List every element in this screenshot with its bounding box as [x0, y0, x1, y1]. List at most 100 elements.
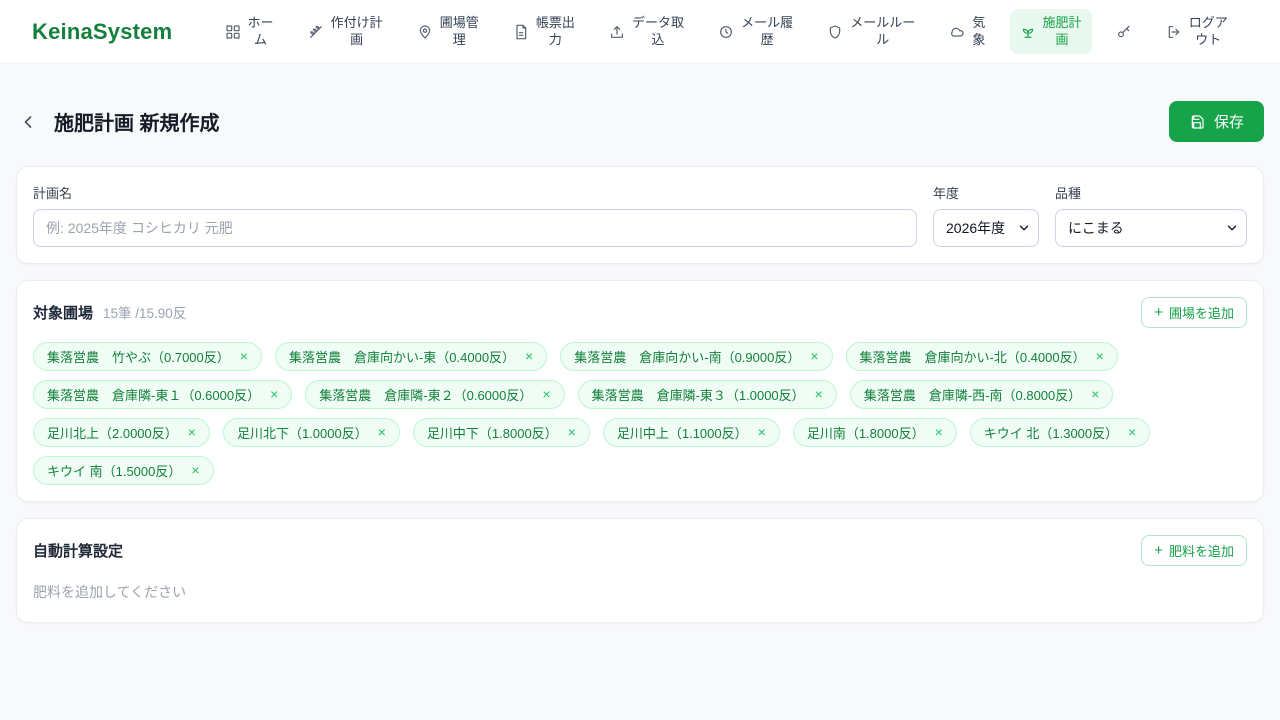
nav-item-label: 帳票出 力	[535, 15, 575, 47]
field-tag[interactable]: 集落営農 倉庫向かい-北（0.4000反） ×	[845, 341, 1118, 371]
remove-tag-icon[interactable]: ×	[810, 349, 818, 363]
field-tag[interactable]: 集落営農 倉庫向かい-南（0.9000反） ×	[560, 341, 833, 371]
field-tag[interactable]: 足川北下（1.0000反） ×	[222, 417, 400, 447]
document-icon	[513, 24, 529, 40]
field-tag-label: 集落営農 倉庫隣-東３（1.0000反）	[591, 387, 805, 403]
nav-item-mail-rules[interactable]: メールルー ル	[817, 9, 925, 54]
nav-item-label: 作付け計 画	[330, 15, 383, 47]
remove-tag-icon[interactable]: ×	[378, 425, 386, 439]
nav-item-fertilization-plan[interactable]: 施肥計 画	[1009, 9, 1092, 54]
logout-icon	[1166, 24, 1182, 40]
nav-item-home[interactable]: ホー ム	[215, 9, 284, 54]
nav-item-api-key[interactable]	[1106, 18, 1142, 46]
year-select[interactable]: 2026年度	[933, 208, 1039, 247]
field-tags: 集落営農 竹やぶ（0.7000反） × 集落営農 倉庫向かい-東（0.4000反） ×…	[33, 341, 1247, 485]
field-tag[interactable]: キウイ 北（1.3000反） ×	[969, 417, 1151, 447]
nav-item-weather[interactable]: 気 象	[939, 9, 995, 54]
map-pin-icon	[417, 24, 433, 40]
nav-item-label: メール履 歴	[741, 15, 794, 47]
upload-icon	[609, 24, 625, 40]
page-title: 施肥計画 新規作成	[54, 113, 220, 136]
field-tag-label: 集落営農 倉庫向かい-南（0.9000反）	[574, 349, 801, 365]
nav-item-label: データ取 込	[632, 15, 685, 47]
remove-tag-icon[interactable]: ×	[240, 349, 248, 363]
save-button[interactable]: 保存	[1168, 101, 1264, 143]
history-icon	[718, 24, 734, 40]
remove-tag-icon[interactable]: ×	[270, 387, 278, 401]
field-tag[interactable]: 集落営農 竹やぶ（0.7000反） ×	[33, 341, 262, 371]
field-tag-label: 足川中上（1.1000反）	[616, 425, 748, 441]
remove-tag-icon[interactable]: ×	[815, 387, 823, 401]
brand-logo[interactable]: KeinaSystem	[32, 19, 172, 45]
target-fields-title: 対象圃場	[33, 304, 94, 322]
plan-name-label: 計画名	[33, 185, 73, 201]
remove-tag-icon[interactable]: ×	[568, 425, 576, 439]
field-tag-label: 集落営農 倉庫隣-東１（0.6000反）	[47, 387, 261, 403]
grid-icon	[225, 24, 241, 40]
remove-tag-icon[interactable]: ×	[542, 387, 550, 401]
field-tag[interactable]: 集落営農 倉庫隣-東２（0.6000反） ×	[305, 379, 565, 409]
nav-item-logout[interactable]: ログア ウト	[1156, 9, 1238, 54]
add-field-button-label: 圃場を追加	[1168, 305, 1234, 321]
field-tag[interactable]: キウイ 南（1.5000反） ×	[33, 455, 214, 485]
remove-tag-icon[interactable]: ×	[758, 425, 766, 439]
nav-item-field-management[interactable]: 圃場管 理	[407, 9, 489, 54]
remove-tag-icon[interactable]: ×	[191, 463, 199, 477]
field-tag-label: 集落営農 倉庫隣-東２（0.6000反）	[319, 387, 533, 403]
remove-tag-icon[interactable]: ×	[1096, 349, 1104, 363]
cloud-icon	[949, 24, 965, 40]
auto-calc-card: 自動計算設定 + 肥料を追加 肥料を追加してください	[16, 517, 1264, 623]
field-tag-label: キウイ 北（1.3000反）	[983, 425, 1119, 441]
add-fertilizer-button-label: 肥料を追加	[1168, 543, 1234, 559]
nav-item-report-output[interactable]: 帳票出 力	[503, 9, 585, 54]
save-icon	[1189, 114, 1205, 130]
auto-calc-title: 自動計算設定	[33, 542, 124, 560]
remove-tag-icon[interactable]: ×	[188, 425, 196, 439]
field-tag[interactable]: 足川中下（1.8000反） ×	[412, 417, 590, 447]
field-tag-label: キウイ 南（1.5000反）	[47, 463, 182, 479]
field-tag-label: 足川北上（2.0000反）	[47, 425, 178, 441]
nav-item-label: ログア ウト	[1188, 15, 1228, 47]
chevron-left-icon	[18, 112, 38, 132]
field-tag[interactable]: 足川南（1.8000反） ×	[792, 417, 957, 447]
sprout-icon	[1020, 24, 1036, 40]
remove-tag-icon[interactable]: ×	[1091, 387, 1099, 401]
fertilizer-empty-message: 肥料を追加してください	[33, 583, 187, 600]
field-tag-label: 集落営農 竹やぶ（0.7000反）	[47, 349, 230, 365]
add-fertilizer-button[interactable]: + 肥料を追加	[1141, 534, 1247, 566]
remove-tag-icon[interactable]: ×	[1128, 425, 1136, 439]
field-tag-label: 足川中下（1.8000反）	[426, 425, 558, 441]
field-tag-label: 集落営農 倉庫向かい-北（0.4000反）	[859, 349, 1086, 365]
shield-icon	[827, 24, 843, 40]
field-tag[interactable]: 足川北上（2.0000反） ×	[33, 417, 210, 447]
nav-item-label: 気 象	[972, 15, 986, 47]
remove-tag-icon[interactable]: ×	[525, 349, 533, 363]
nav-item-data-import[interactable]: データ取 込	[599, 9, 694, 54]
save-button-label: 保存	[1213, 114, 1244, 132]
field-tag-label: 集落営農 倉庫隣-西-南（0.8000反）	[863, 387, 1082, 403]
target-fields-card: 対象圃場 15筆 /15.90反 + 圃場を追加 集落営農 竹やぶ（0.7000…	[16, 279, 1264, 502]
variety-label: 品種	[1055, 185, 1082, 201]
field-tag[interactable]: 集落営農 倉庫向かい-東（0.4000反） ×	[274, 341, 548, 371]
page-header: 施肥計画 新規作成 保存	[16, 94, 1264, 150]
add-field-button[interactable]: + 圃場を追加	[1141, 296, 1247, 328]
nav-item-label: 圃場管 理	[439, 15, 479, 47]
nav-item-label: 施肥計 画	[1042, 15, 1082, 47]
field-tag[interactable]: 集落営農 倉庫隣-東３（1.0000反） ×	[577, 379, 837, 409]
plan-form-card: 計画名 年度 2026年度 品種 にこまる	[16, 165, 1264, 264]
field-tag[interactable]: 集落営農 倉庫隣-西-南（0.8000反） ×	[849, 379, 1114, 409]
nav-item-mail-history[interactable]: メール履 歴	[708, 9, 803, 54]
field-tag[interactable]: 集落営農 倉庫隣-東１（0.6000反） ×	[33, 379, 293, 409]
field-tag[interactable]: 足川中上（1.1000反） ×	[602, 417, 780, 447]
variety-select[interactable]: にこまる	[1055, 208, 1247, 247]
back-button[interactable]	[16, 110, 40, 134]
plan-name-input[interactable]	[33, 208, 917, 247]
remove-tag-icon[interactable]: ×	[935, 425, 943, 439]
field-tag-label: 集落営農 倉庫向かい-東（0.4000反）	[288, 349, 516, 365]
field-tag-label: 足川北下（1.0000反）	[236, 425, 368, 441]
key-icon	[1116, 24, 1132, 40]
top-navbar: KeinaSystem ホー ム 作付け計 画 圃場管 理 帳票出 力 データ取…	[0, 0, 1280, 64]
nav-item-planting-plan[interactable]: 作付け計 画	[298, 9, 393, 54]
target-fields-summary: 15筆 /15.90反	[103, 306, 187, 322]
year-label: 年度	[933, 185, 960, 201]
